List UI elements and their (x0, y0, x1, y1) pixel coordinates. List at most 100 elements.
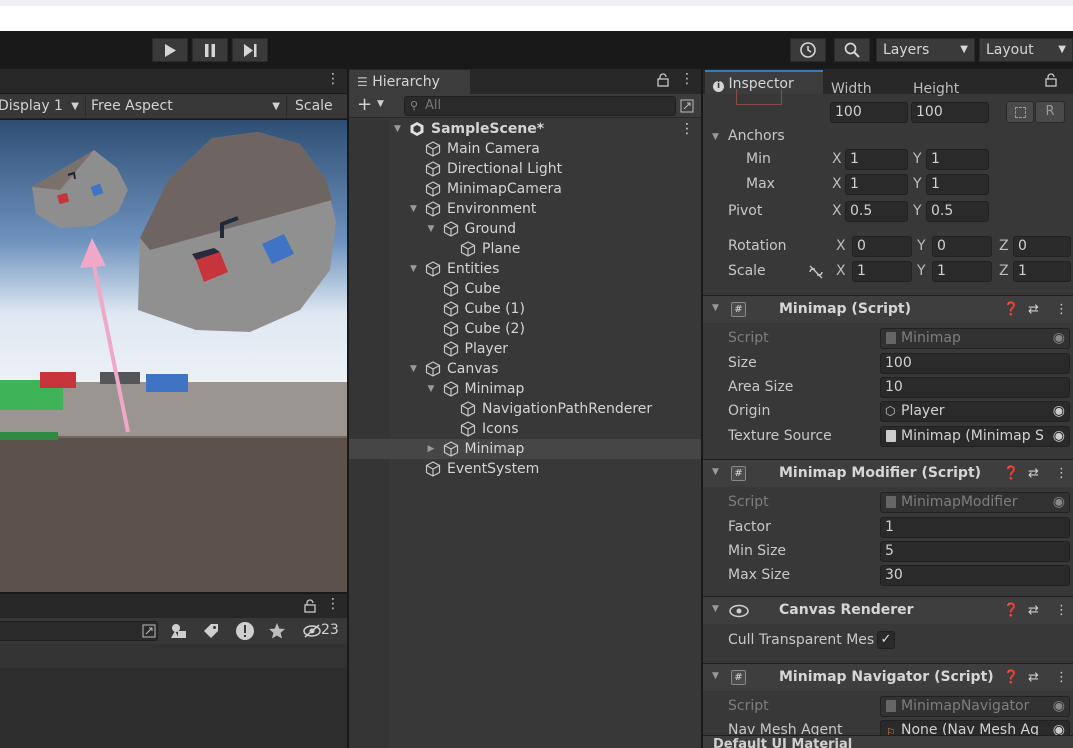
area-size-field[interactable]: 10 (880, 377, 1070, 398)
more-options-icon[interactable]: ⋮ (1055, 466, 1068, 481)
texture-source-field[interactable]: Minimap (Minimap S ◉ (880, 426, 1070, 447)
unlink-icon[interactable] (808, 265, 824, 279)
scale-slider[interactable]: Scale (291, 96, 351, 117)
width-field[interactable]: 100 (830, 102, 908, 123)
help-icon[interactable]: ❓ (1003, 466, 1019, 481)
more-options-icon[interactable]: ⋮ (680, 119, 694, 139)
target-icon[interactable]: ◉ (1053, 697, 1065, 716)
raw-edit-button[interactable]: R (1035, 101, 1065, 123)
step-button[interactable] (232, 38, 268, 62)
hierarchy-item[interactable]: Cube (1) (349, 299, 701, 319)
help-icon[interactable]: ❓ (1003, 302, 1019, 317)
cull-transparent-checkbox[interactable]: ✓ (877, 631, 895, 649)
hierarchy-search-input[interactable]: ⚲ All (404, 96, 676, 116)
anchors-max-y-field[interactable]: 1 (926, 174, 989, 195)
lock-icon[interactable] (304, 599, 316, 613)
fold-down-icon[interactable]: ▼ (410, 359, 417, 379)
chevron-down-icon[interactable]: ▼ (377, 99, 384, 109)
help-icon[interactable]: ❓ (1003, 670, 1019, 685)
anchors-min-y-field[interactable]: 1 (926, 149, 989, 170)
expand-icon[interactable] (142, 624, 156, 638)
minimap-script-field[interactable]: Minimap ◉ (880, 328, 1070, 349)
anchors-fold-icon[interactable]: ▼ (712, 132, 719, 142)
error-icon[interactable] (235, 621, 255, 641)
settings-icon[interactable]: ⇄ (1028, 603, 1039, 618)
rotation-x-field[interactable]: 0 (852, 236, 912, 257)
hierarchy-item[interactable]: ▼ Ground (349, 219, 701, 239)
lock-icon[interactable] (657, 73, 669, 87)
filter-type-icon[interactable] (170, 622, 188, 640)
fold-down-icon[interactable]: ▼ (394, 119, 401, 139)
settings-icon[interactable]: ⇄ (1028, 302, 1039, 317)
play-button[interactable] (152, 38, 188, 62)
console-search-input[interactable] (0, 621, 158, 641)
minimap-component-header[interactable]: ▼ # Minimap (Script) ❓ ⇄ ⋮ (703, 295, 1073, 323)
game-view[interactable] (0, 120, 347, 592)
pivot-x-field[interactable]: 0.5 (845, 201, 908, 222)
anchors-max-x-field[interactable]: 1 (845, 174, 908, 195)
origin-field[interactable]: ⬡ Player ◉ (880, 401, 1070, 422)
fold-right-icon[interactable]: ▶ (428, 439, 435, 459)
hierarchy-item[interactable]: Main Camera (349, 139, 701, 159)
star-icon[interactable] (268, 622, 286, 640)
add-icon[interactable]: + (357, 94, 372, 115)
hierarchy-item[interactable]: EventSystem (349, 459, 701, 479)
navigator-component-header[interactable]: ▼ # Minimap Navigator (Script) ❓ ⇄ ⋮ (703, 663, 1073, 691)
fold-down-icon[interactable]: ▼ (410, 199, 417, 219)
scene-row[interactable]: ▼ SampleScene* ⋮ (349, 119, 701, 139)
hierarchy-item[interactable]: ▼ Entities (349, 259, 701, 279)
more-options-icon[interactable]: ⋮ (680, 71, 694, 87)
scale-z-field[interactable]: 1 (1013, 261, 1071, 282)
pause-button[interactable] (192, 38, 228, 62)
scale-y-field[interactable]: 1 (932, 261, 992, 282)
more-options-icon[interactable]: ⋮ (1055, 603, 1068, 618)
height-field[interactable]: 100 (911, 102, 989, 123)
hierarchy-item[interactable]: ▼ Canvas (349, 359, 701, 379)
hierarchy-item[interactable]: Directional Light (349, 159, 701, 179)
more-options-icon[interactable]: ⋮ (1055, 302, 1068, 317)
hidden-count-icon[interactable] (302, 623, 322, 639)
target-icon[interactable]: ◉ (1053, 402, 1065, 421)
hierarchy-item[interactable]: ▶ Minimap (349, 439, 701, 459)
hierarchy-item[interactable]: MinimapCamera (349, 179, 701, 199)
history-button[interactable] (790, 38, 826, 62)
fold-down-icon[interactable]: ▼ (410, 259, 417, 279)
factor-field[interactable]: 1 (880, 517, 1070, 538)
navigator-script-field[interactable]: MinimapNavigator ◉ (880, 696, 1070, 717)
rotation-z-field[interactable]: 0 (1013, 236, 1071, 257)
anchors-min-x-field[interactable]: 1 (845, 149, 908, 170)
layout-dropdown[interactable]: Layout ▼ (979, 38, 1073, 62)
search-button[interactable] (834, 38, 870, 62)
settings-icon[interactable]: ⇄ (1028, 466, 1039, 481)
aspect-dropdown[interactable]: Free Aspect ▼ (87, 96, 287, 117)
hierarchy-item[interactable]: NavigationPathRenderer (349, 399, 701, 419)
more-options-icon[interactable]: ⋮ (326, 71, 340, 87)
hierarchy-item[interactable]: Cube (2) (349, 319, 701, 339)
material-header[interactable]: Default UI Material (703, 735, 1073, 748)
target-icon[interactable]: ◉ (1053, 329, 1065, 348)
hierarchy-item[interactable]: Player (349, 339, 701, 359)
hierarchy-item[interactable]: Plane (349, 239, 701, 259)
more-options-icon[interactable]: ⋮ (1055, 670, 1068, 685)
min-size-field[interactable]: 5 (880, 541, 1070, 562)
fold-down-icon[interactable]: ▼ (428, 219, 435, 239)
max-size-field[interactable]: 30 (880, 565, 1070, 586)
expand-icon[interactable] (680, 99, 694, 113)
canvas-renderer-header[interactable]: ▼ Canvas Renderer ❓ ⇄ ⋮ (703, 596, 1073, 624)
layers-dropdown[interactable]: Layers ▼ (876, 38, 975, 62)
scale-x-field[interactable]: 1 (852, 261, 912, 282)
hierarchy-item[interactable]: Icons (349, 419, 701, 439)
modifier-component-header[interactable]: ▼ # Minimap Modifier (Script) ❓ ⇄ ⋮ (703, 459, 1073, 487)
settings-icon[interactable]: ⇄ (1028, 670, 1039, 685)
more-options-icon[interactable]: ⋮ (326, 596, 340, 612)
tag-icon[interactable] (202, 622, 220, 640)
hierarchy-item[interactable]: ▼ Environment (349, 199, 701, 219)
modifier-script-field[interactable]: MinimapModifier ◉ (880, 492, 1070, 513)
rotation-y-field[interactable]: 0 (932, 236, 992, 257)
blueprint-button[interactable] (1006, 101, 1034, 123)
tab-hierarchy[interactable]: ☰ Hierarchy (349, 70, 470, 94)
size-field[interactable]: 100 (880, 353, 1070, 374)
pivot-y-field[interactable]: 0.5 (926, 201, 989, 222)
display-dropdown[interactable]: Display 1 ▼ (0, 96, 86, 117)
help-icon[interactable]: ❓ (1003, 603, 1019, 618)
